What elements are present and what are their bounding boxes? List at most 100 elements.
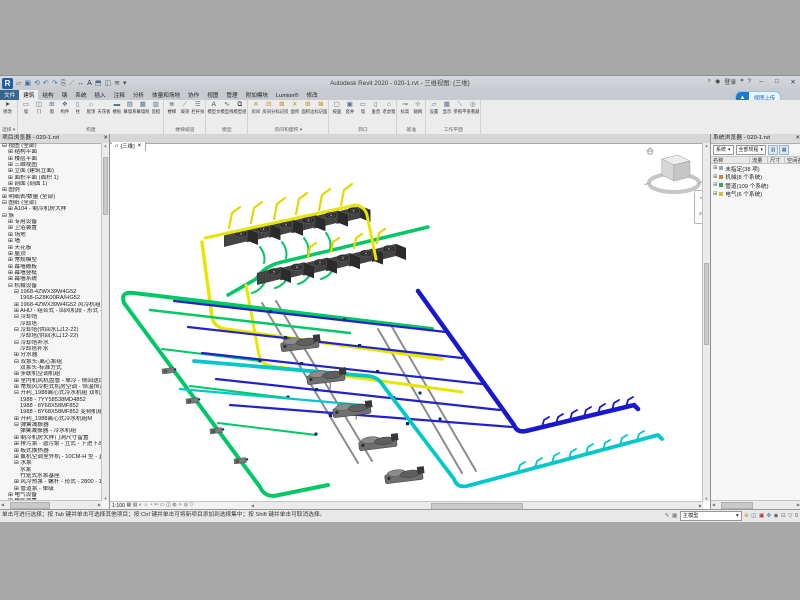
column-header[interactable]: 尺寸 (768, 156, 785, 164)
status-icon[interactable]: ▣ (759, 511, 764, 521)
filter-dropdown[interactable]: 全部规程▾ (736, 145, 767, 155)
view-control-icon[interactable]: ✧ (178, 502, 182, 509)
ribbon-tab[interactable]: 体量和场地 (148, 90, 184, 100)
ribbon-tab[interactable]: 文件 (0, 90, 19, 100)
ribbon-button[interactable]: ⌂ 老虎窗 (382, 101, 395, 115)
qat-button[interactable]: ⎘ (61, 77, 67, 90)
ribbon-button[interactable]: ▭ 墙 (356, 101, 369, 115)
view-control-icon[interactable]: ▽ (190, 502, 194, 509)
tree-item[interactable]: ⊞ 风冷热泵 - 螺杆 - 形式 - 2800 - 14000 kW (0, 479, 102, 485)
ribbon-button[interactable]: ⟍ 参照平面 (453, 101, 466, 115)
tree-item[interactable]: ⊟ 开利_1988离心式冷水机组 双机头型 (0, 390, 102, 396)
restore-button[interactable]: □ (771, 78, 783, 85)
toolbar-icon[interactable]: ▥ (768, 145, 778, 155)
view-control-icon[interactable]: ▦ (126, 502, 131, 509)
ribbon-tab[interactable]: 建筑 (19, 90, 38, 100)
ribbon-tab[interactable]: 附加模块 (242, 90, 272, 100)
expand-icon[interactable]: ⊞ (713, 182, 717, 188)
qat-button[interactable]: ≋ (114, 77, 120, 90)
ribbon-button[interactable]: ▯ 垂直 (369, 101, 382, 115)
ribbon-tab[interactable]: 视图 (203, 90, 222, 100)
qat-button[interactable]: ↔ (77, 77, 84, 90)
ribbon-tab[interactable]: 结构 (38, 90, 57, 100)
signin-button[interactable]: 登录 (724, 77, 736, 86)
project-browser-hscrollbar[interactable]: ◀▶ (0, 500, 102, 509)
system-browser-row[interactable]: ⊞ 管道(109 个系统) (711, 181, 800, 190)
ribbon-button[interactable]: ⊞ 面积边界 (301, 101, 314, 115)
qat-button[interactable]: ⬒ (95, 77, 102, 90)
ribbon-button[interactable]: ▱ 设置 (427, 101, 440, 115)
ribbon-tab[interactable]: 协作 (184, 90, 203, 100)
status-icon[interactable]: ✎ (665, 511, 670, 521)
ribbon-tab[interactable]: Lumion® (272, 92, 302, 100)
ribbon-button[interactable]: A 模型文字 (207, 101, 220, 115)
drawing-vscrollbar[interactable]: ▲▼ (702, 143, 710, 501)
search-icon[interactable]: ⌕ (708, 78, 711, 85)
chiller-units[interactable] (280, 334, 425, 484)
ribbon-button[interactable]: ⊠ 标记房间 (275, 101, 288, 115)
system-browser-row[interactable]: ⊞ 未指定(38 项) (711, 164, 800, 173)
ribbon-tab[interactable]: 系统 (71, 90, 90, 100)
condenser-water-loop[interactable] (123, 293, 432, 496)
tree-item[interactable]: ⊞ 1968-4ZWX39W4G52 风冷机组 (0, 302, 102, 308)
expand-icon[interactable]: ⊞ (713, 174, 717, 180)
qat-button[interactable]: ↶ (43, 77, 49, 90)
close-button[interactable]: ✕ (787, 78, 799, 86)
view-control-icon[interactable]: ☼ (143, 502, 148, 509)
design-options-dropdown[interactable]: 主模型 ▾ (680, 511, 742, 521)
status-icon[interactable]: ⊘ (744, 511, 749, 521)
ribbon-button[interactable]: ▣ 竖井 (343, 101, 356, 115)
system-browser-row[interactable]: ⊞ 电气(6 个系统) (711, 190, 800, 199)
ribbon-tab[interactable]: 注释 (110, 90, 129, 100)
qat-button[interactable]: ◫ (104, 77, 111, 90)
ribbon-tab[interactable]: 管理 (222, 90, 241, 100)
chilled-water-supply-main[interactable] (418, 291, 638, 431)
ribbon-button[interactable]: ⟋ 坡道 (178, 101, 191, 115)
view-control-icon[interactable]: ▭ (160, 502, 165, 509)
close-icon[interactable]: ✕ (795, 134, 800, 143)
view-control-icon[interactable]: ✄ (154, 502, 158, 509)
ribbon-tab[interactable]: 钢 (58, 90, 72, 100)
ribbon-button[interactable]: ▯ 柱 (71, 101, 84, 115)
ribbon-button[interactable]: ◎ 查看器 (466, 101, 479, 115)
ribbon-button[interactable]: ➤ 修改 (1, 101, 14, 115)
qat-button[interactable]: ↷ (52, 77, 58, 90)
column-header[interactable]: 名称 (711, 156, 750, 164)
system-browser-row[interactable]: ⊞ 机械(8 个系统) (711, 173, 800, 182)
view-control-icon[interactable]: ◍ (172, 502, 176, 509)
ribbon-button[interactable]: ▭ 墙 (19, 101, 32, 115)
expand-icon[interactable]: ⊞ (713, 191, 717, 197)
scale-button[interactable]: 1:100 (112, 503, 125, 509)
toolbar-icon[interactable]: ▦ (779, 145, 789, 155)
qat-button[interactable]: ▾ (123, 77, 127, 90)
viewcube[interactable] (645, 148, 703, 192)
status-icon[interactable]: ✥ (767, 511, 772, 521)
qat-button[interactable]: ▱ (16, 77, 21, 90)
ribbon-button[interactable]: ▬ 楼板 (110, 101, 123, 115)
tree-item[interactable]: ⊞ 排污泵 - 潜污泵 - 立式 - 下进下出 (0, 441, 102, 447)
ribbon-button[interactable]: ▦ 幕墙网格 (136, 101, 149, 115)
ribbon-tab[interactable]: 分析 (129, 90, 148, 100)
status-icon[interactable]: ⊡ (781, 511, 786, 521)
status-icon[interactable]: ◉ (774, 511, 779, 521)
filter-dropdown[interactable]: 系统▾ (713, 145, 734, 155)
ribbon-button[interactable]: ▤ 幕墙系统 (123, 101, 136, 115)
expand-icon[interactable]: ⊞ (713, 165, 717, 171)
status-icon[interactable]: ◫ (751, 511, 756, 521)
ribbon-button[interactable]: ⧉ 模型组 (233, 101, 246, 115)
ribbon-button[interactable]: ⊞ 窗 (45, 101, 58, 115)
ribbon-button[interactable]: ✕ 面积 (288, 101, 301, 115)
system-browser-header[interactable]: 系统浏览器 - 020-1.rvt ✕ (711, 134, 800, 144)
ribbon-button[interactable]: ≣ 楼梯 (165, 101, 178, 115)
view-control-icon[interactable]: ◫ (166, 502, 171, 509)
filter-icon[interactable]: ▽ (788, 513, 792, 519)
view-control-icon[interactable]: ◔ (150, 502, 153, 509)
ribbon-button[interactable]: ✕ 房间 (249, 101, 262, 115)
view-control-icon[interactable]: ◎ (184, 502, 188, 509)
column-header[interactable]: 流量 (750, 156, 768, 164)
drawing-area[interactable]: ⌂ {三维} ✕ (110, 134, 710, 509)
ribbon-tab[interactable]: 修改 (302, 90, 321, 100)
ribbon-button[interactable]: ∿ 模型线 (220, 101, 233, 115)
ribbon-button[interactable]: ⊟ 房间分隔 (262, 101, 275, 115)
qat-button[interactable]: ⟋ (69, 77, 74, 90)
